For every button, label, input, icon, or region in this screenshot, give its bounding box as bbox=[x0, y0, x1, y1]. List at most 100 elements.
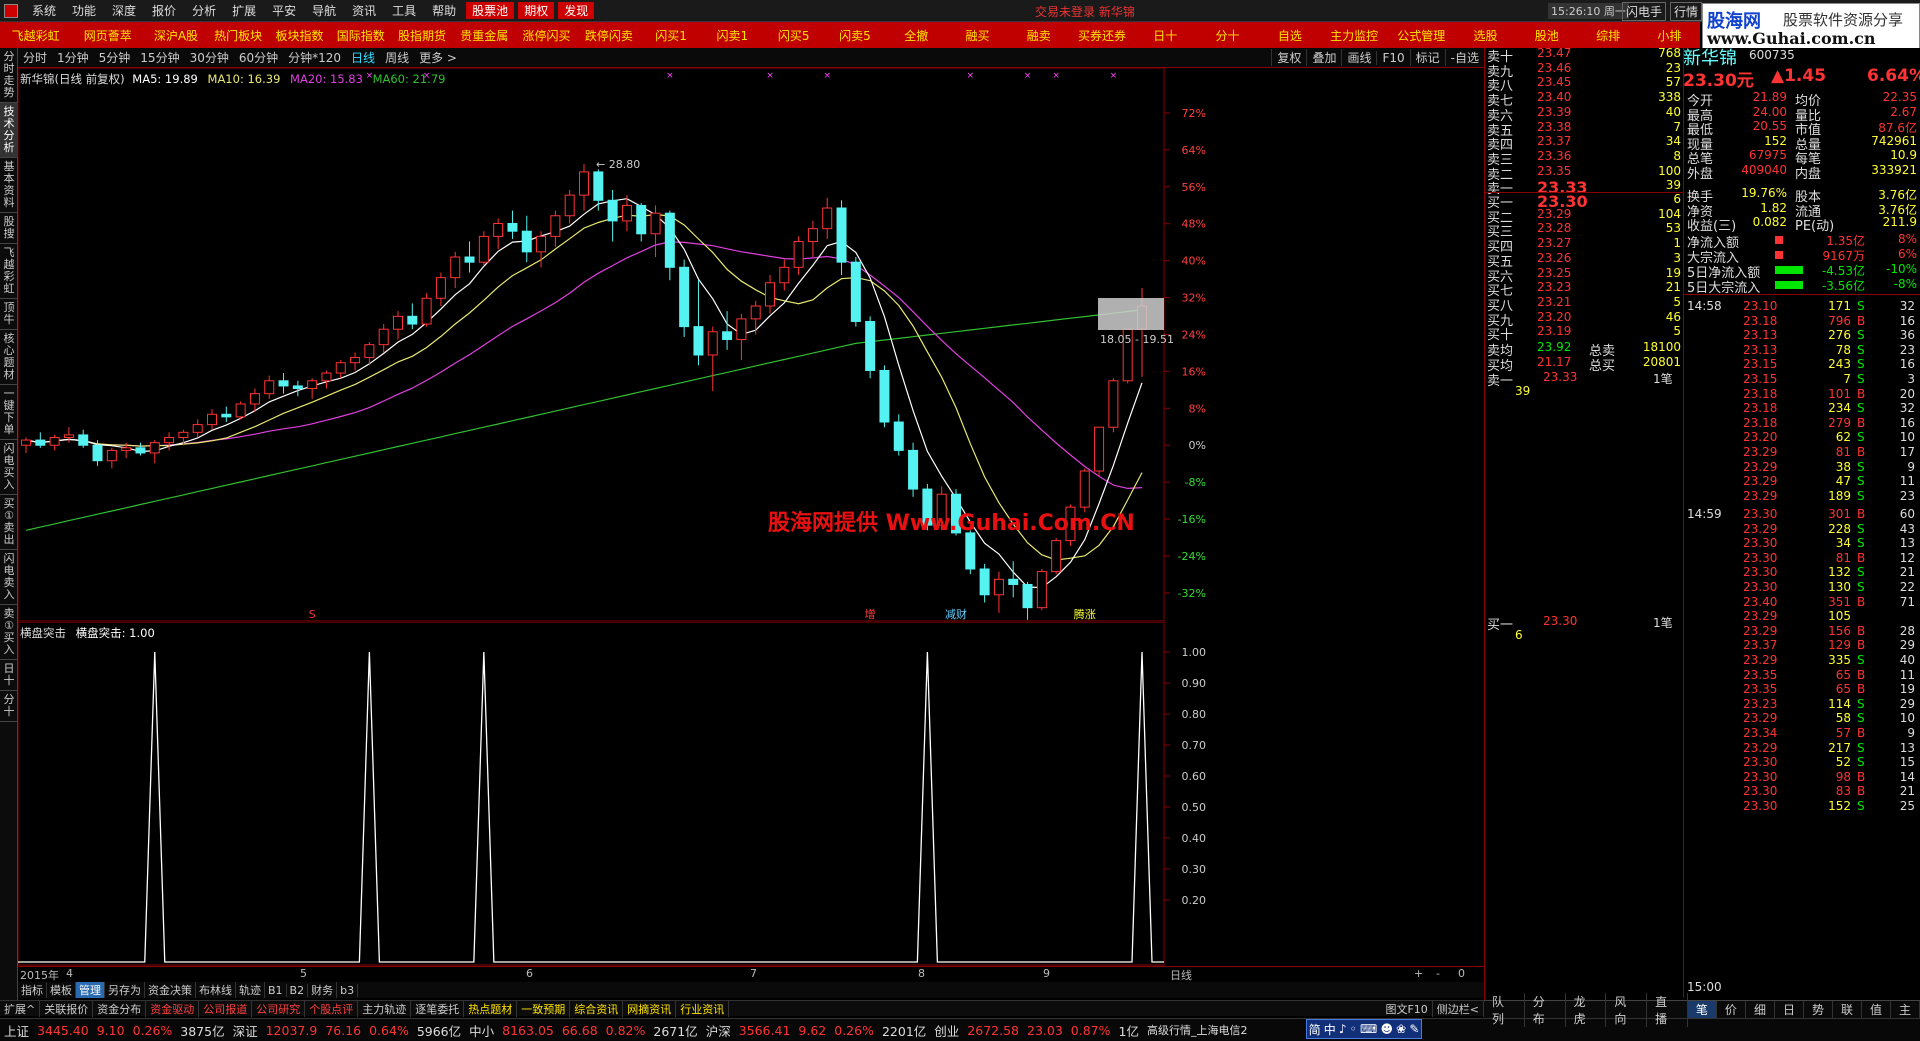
info-tab-3[interactable]: 资金驱动 bbox=[146, 1000, 200, 1017]
ime-icon-1[interactable]: 中 bbox=[1324, 1021, 1336, 1038]
left-tab-11[interactable]: 卖①买入 bbox=[0, 605, 18, 660]
left-tab-1[interactable]: 技术分析 bbox=[0, 103, 18, 158]
right-tab-10[interactable]: 联 bbox=[1833, 1001, 1862, 1018]
quick-item-4[interactable]: 板块指数 bbox=[269, 27, 330, 44]
left-tab-4[interactable]: 飞越彩虹 bbox=[0, 244, 18, 299]
left-tab-0[interactable]: 分时走势 bbox=[0, 48, 18, 103]
right-tab-1[interactable]: 分布 bbox=[1525, 992, 1566, 1027]
buy-price-9[interactable]: 23.19 bbox=[1537, 324, 1571, 338]
menu-item-nav[interactable]: 导航 bbox=[304, 2, 344, 19]
quick-item-9[interactable]: 跌停闪卖 bbox=[577, 27, 640, 44]
index-name-sz[interactable]: 深证 bbox=[229, 1021, 262, 1040]
quick-item-7[interactable]: 贵重金属 bbox=[453, 27, 516, 44]
menu-item-depth[interactable]: 深度 bbox=[104, 2, 144, 19]
ime-icon-2[interactable]: ♪ bbox=[1339, 1022, 1347, 1036]
pager-button-2[interactable]: 0 bbox=[1458, 967, 1465, 980]
indicator-tab-5[interactable]: 布林线 bbox=[196, 982, 236, 998]
buy-price-1[interactable]: 23.29 bbox=[1537, 207, 1571, 221]
info-tab-12[interactable]: 网摘资讯 bbox=[623, 1000, 677, 1017]
info-tab-5[interactable]: 公司研究 bbox=[252, 1000, 306, 1017]
period-tab-1[interactable]: 1分钟 bbox=[52, 49, 94, 66]
menu-item-function[interactable]: 功能 bbox=[64, 2, 104, 19]
sell-price-0[interactable]: 23.47 bbox=[1537, 46, 1571, 60]
info-right-1[interactable]: 侧边栏< bbox=[1433, 1000, 1484, 1017]
index-name-sh[interactable]: 上证 bbox=[0, 1021, 33, 1040]
quick-item-16[interactable]: 融卖 bbox=[1008, 27, 1069, 44]
pager-button-0[interactable]: + bbox=[1414, 967, 1423, 980]
menu-options[interactable]: 期权 bbox=[518, 2, 555, 19]
left-tab-10[interactable]: 闪电卖入 bbox=[0, 550, 18, 605]
indicator-tab-6[interactable]: 轨迹 bbox=[236, 982, 265, 998]
pager-button-1[interactable]: - bbox=[1436, 967, 1440, 980]
menu-item-quote[interactable]: 报价 bbox=[144, 2, 184, 19]
period-tab-6[interactable]: 分钟*120 bbox=[283, 49, 346, 66]
buy-price-4[interactable]: 23.26 bbox=[1537, 251, 1571, 265]
period-tab-7[interactable]: 日线 bbox=[346, 49, 380, 66]
period-tab-3[interactable]: 15分钟 bbox=[135, 49, 184, 66]
quick-item-13[interactable]: 闪卖5 bbox=[824, 27, 885, 44]
index-name-hs[interactable]: 沪深 bbox=[702, 1021, 735, 1040]
indicator-tab-1[interactable]: 模板 bbox=[47, 982, 76, 998]
info-tab-11[interactable]: 综合资讯 bbox=[570, 1000, 624, 1017]
menu-item-news[interactable]: 资讯 bbox=[344, 2, 384, 19]
quick-item-11[interactable]: 闪卖1 bbox=[702, 27, 763, 44]
info-tab-1[interactable]: 关联报价 bbox=[40, 1000, 94, 1017]
info-tab-6[interactable]: 个股点评 bbox=[305, 1000, 359, 1017]
index-name-zx[interactable]: 中小 bbox=[465, 1021, 498, 1040]
left-tab-12[interactable]: 日十 bbox=[0, 660, 18, 691]
menu-discover[interactable]: 发现 bbox=[558, 2, 595, 19]
index-name-cy[interactable]: 创业 bbox=[930, 1021, 963, 1040]
info-tab-2[interactable]: 资金分布 bbox=[93, 1000, 147, 1017]
info-tab-4[interactable]: 公司报道 bbox=[199, 1000, 253, 1017]
period-tab-4[interactable]: 30分钟 bbox=[185, 49, 234, 66]
quick-item-5[interactable]: 国际指数 bbox=[330, 27, 391, 44]
login-status[interactable]: 交易未登录 新华锦 bbox=[1035, 3, 1135, 20]
indicator-tab-8[interactable]: B2 bbox=[287, 983, 309, 997]
menu-item-analysis[interactable]: 分析 bbox=[184, 2, 224, 19]
left-tab-2[interactable]: 基本资料 bbox=[0, 158, 18, 213]
indicator-tab-9[interactable]: 财务 bbox=[308, 982, 338, 998]
chart-tool-4[interactable]: 标记 bbox=[1409, 49, 1445, 66]
quick-item-8[interactable]: 涨停闪买 bbox=[516, 27, 577, 44]
quick-item-0[interactable]: 飞越彩虹 bbox=[0, 27, 71, 44]
menu-item-system[interactable]: 系统 bbox=[24, 2, 64, 19]
right-tab-7[interactable]: 细 bbox=[1746, 1001, 1775, 1018]
ime-icon-3[interactable]: ◦ bbox=[1350, 1022, 1357, 1036]
sell-price-7[interactable]: 23.36 bbox=[1537, 149, 1571, 163]
period-tab-5[interactable]: 60分钟 bbox=[234, 49, 283, 66]
buy-price-8[interactable]: 23.20 bbox=[1537, 310, 1571, 324]
left-tab-7[interactable]: 一键下单 bbox=[0, 385, 18, 440]
chart-tool-5[interactable]: -自选 bbox=[1444, 49, 1484, 66]
left-tab-3[interactable]: 股搜 bbox=[0, 213, 18, 244]
indicator-tab-10[interactable]: b3 bbox=[337, 983, 359, 997]
info-tab-8[interactable]: 逐笔委托 bbox=[411, 1000, 465, 1017]
chart-tool-3[interactable]: F10 bbox=[1376, 50, 1409, 65]
indicator-tab-7[interactable]: B1 bbox=[265, 983, 287, 997]
chart-tool-2[interactable]: 画线 bbox=[1341, 49, 1376, 66]
quick-item-18[interactable]: 日十 bbox=[1135, 27, 1196, 44]
left-tab-13[interactable]: 分十 bbox=[0, 691, 18, 722]
right-tab-11[interactable]: 值 bbox=[1862, 1001, 1892, 1018]
info-tab-9[interactable]: 热点题材 bbox=[464, 1000, 518, 1017]
right-tab-8[interactable]: 日 bbox=[1775, 1001, 1804, 1018]
menu-item-pingan[interactable]: 平安 bbox=[264, 2, 304, 19]
quick-item-2[interactable]: 深沪A股 bbox=[144, 27, 207, 44]
sell-price-2[interactable]: 23.45 bbox=[1537, 75, 1571, 89]
left-tab-6[interactable]: 核心题材 bbox=[0, 330, 18, 385]
right-tab-4[interactable]: 直播 bbox=[1647, 992, 1688, 1027]
quick-item-6[interactable]: 股指期货 bbox=[391, 27, 452, 44]
left-tab-9[interactable]: 买①卖出 bbox=[0, 495, 18, 550]
menu-item-extend[interactable]: 扩展 bbox=[224, 2, 264, 19]
chart-tool-0[interactable]: 复权 bbox=[1271, 49, 1306, 66]
info-right-0[interactable]: 图文F10 bbox=[1381, 1000, 1433, 1017]
period-tab-8[interactable]: 周线 bbox=[380, 49, 414, 66]
buy-price-6[interactable]: 23.23 bbox=[1537, 280, 1571, 294]
menu-item-help[interactable]: 帮助 bbox=[424, 2, 464, 19]
quick-item-26[interactable]: 小排 bbox=[1639, 27, 1700, 44]
quick-item-1[interactable]: 网页薈萃 bbox=[71, 27, 144, 44]
menu-stock-pool[interactable]: 股票池 bbox=[466, 2, 515, 19]
ime-icon-5[interactable]: ☻ bbox=[1380, 1022, 1393, 1036]
indicator-chart[interactable]: 1.00 0.90 0.80 0.70 0.60 0.50 0.40 0.30 0.20 bbox=[18, 622, 1212, 966]
quick-item-25[interactable]: 综排 bbox=[1577, 27, 1638, 44]
right-tab-12[interactable]: 主 bbox=[1891, 1001, 1920, 1018]
